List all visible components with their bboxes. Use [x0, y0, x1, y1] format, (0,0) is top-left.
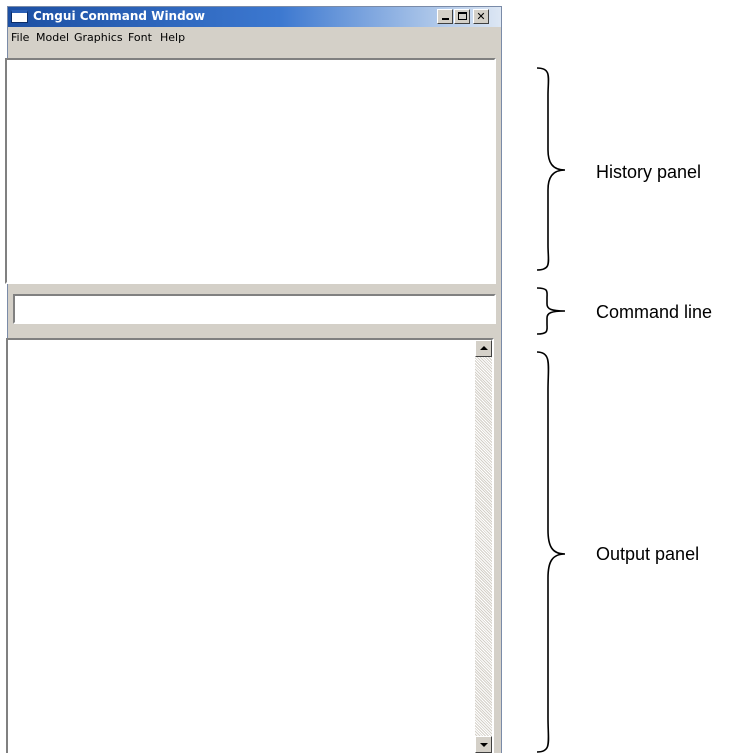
history-panel-label: History panel: [596, 162, 702, 182]
annotation-braces: [536, 67, 566, 753]
command-line-label: Command line: [596, 302, 713, 322]
output-panel-label: Output panel: [596, 544, 700, 564]
history-brace: [536, 67, 566, 271]
command-brace: [536, 287, 566, 335]
output-brace: [536, 351, 566, 753]
